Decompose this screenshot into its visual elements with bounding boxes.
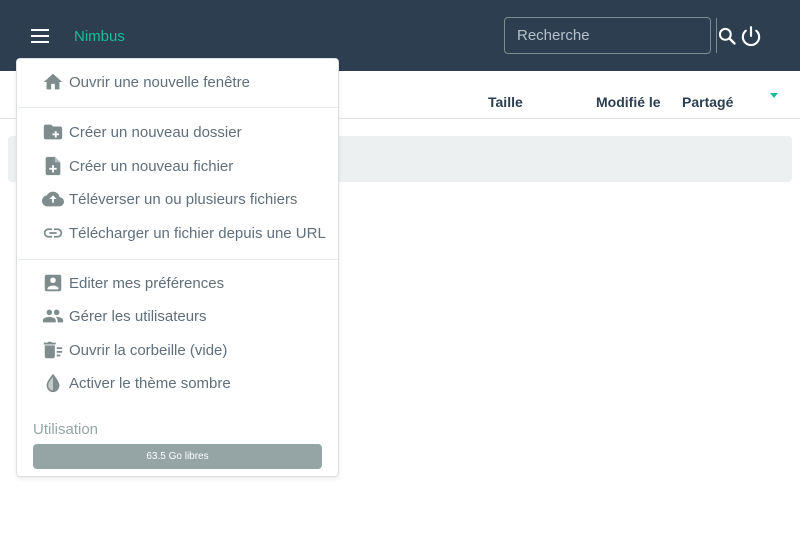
search-group — [504, 17, 736, 54]
column-shared[interactable]: Partagé — [682, 94, 733, 110]
file-plus-icon — [41, 154, 65, 178]
search-button[interactable] — [716, 18, 737, 53]
brand-name[interactable]: Nimbus — [74, 28, 125, 45]
menu-item-label: Télécharger un fichier depuis une URL — [69, 224, 326, 242]
menu-item-label: Créer un nouveau dossier — [69, 123, 242, 141]
menu-toggle-icon[interactable] — [29, 27, 51, 45]
logout-button[interactable] — [738, 24, 764, 50]
folder-plus-icon — [41, 120, 65, 144]
menu-item-new-file[interactable]: Créer un nouveau fichier — [41, 153, 233, 179]
menu-item-preferences[interactable]: Editer mes préférences — [41, 270, 224, 296]
menu-item-label: Ouvrir une nouvelle fenêtre — [69, 73, 250, 91]
storage-usage-fill: 63.5 Go libres — [33, 444, 322, 469]
menu-item-upload-files[interactable]: Téléverser un ou plusieurs fichiers — [41, 186, 297, 212]
column-modified[interactable]: Modifié le — [596, 94, 661, 110]
menu-item-label: Editer mes préférences — [69, 274, 225, 292]
menu-item-label: Créer un nouveau fichier — [69, 157, 234, 175]
search-input[interactable] — [505, 18, 716, 53]
menu-item-label: Gérer les utilisateurs — [69, 307, 207, 325]
main-dropdown-menu: Ouvrir une nouvelle fenêtre Créer un nou… — [16, 58, 339, 477]
menu-divider — [18, 107, 338, 108]
menu-item-new-folder[interactable]: Créer un nouveau dossier — [41, 119, 242, 145]
account-box-icon — [41, 271, 65, 295]
search-icon — [718, 27, 736, 45]
cloud-upload-icon — [41, 187, 65, 211]
trash-icon — [41, 338, 65, 362]
link-icon — [41, 221, 65, 245]
storage-free-text: 63.5 Go libres — [146, 451, 209, 462]
menu-item-new-window[interactable]: Ouvrir une nouvelle fenêtre — [41, 69, 250, 95]
menu-item-dark-theme[interactable]: Activer le thème sombre — [41, 370, 231, 396]
storage-usage-bar: 63.5 Go libres — [33, 444, 322, 469]
menu-item-label: Activer le thème sombre — [69, 374, 231, 392]
menu-item-label: Téléverser un ou plusieurs fichiers — [69, 190, 298, 208]
menu-item-download-url[interactable]: Télécharger un fichier depuis une URL — [41, 220, 326, 246]
water-drop-icon — [41, 371, 65, 395]
column-size[interactable]: Taille — [488, 94, 523, 110]
menu-divider — [18, 259, 338, 260]
menu-item-trash[interactable]: Ouvrir la corbeille (vide) — [41, 337, 227, 363]
usage-label: Utilisation — [33, 421, 99, 438]
menu-item-label: Ouvrir la corbeille (vide) — [69, 341, 228, 359]
power-icon — [741, 26, 761, 47]
menu-item-manage-users[interactable]: Gérer les utilisateurs — [41, 303, 207, 329]
users-icon — [41, 304, 65, 328]
home-icon — [41, 70, 65, 94]
sort-arrow-icon[interactable] — [770, 93, 778, 98]
